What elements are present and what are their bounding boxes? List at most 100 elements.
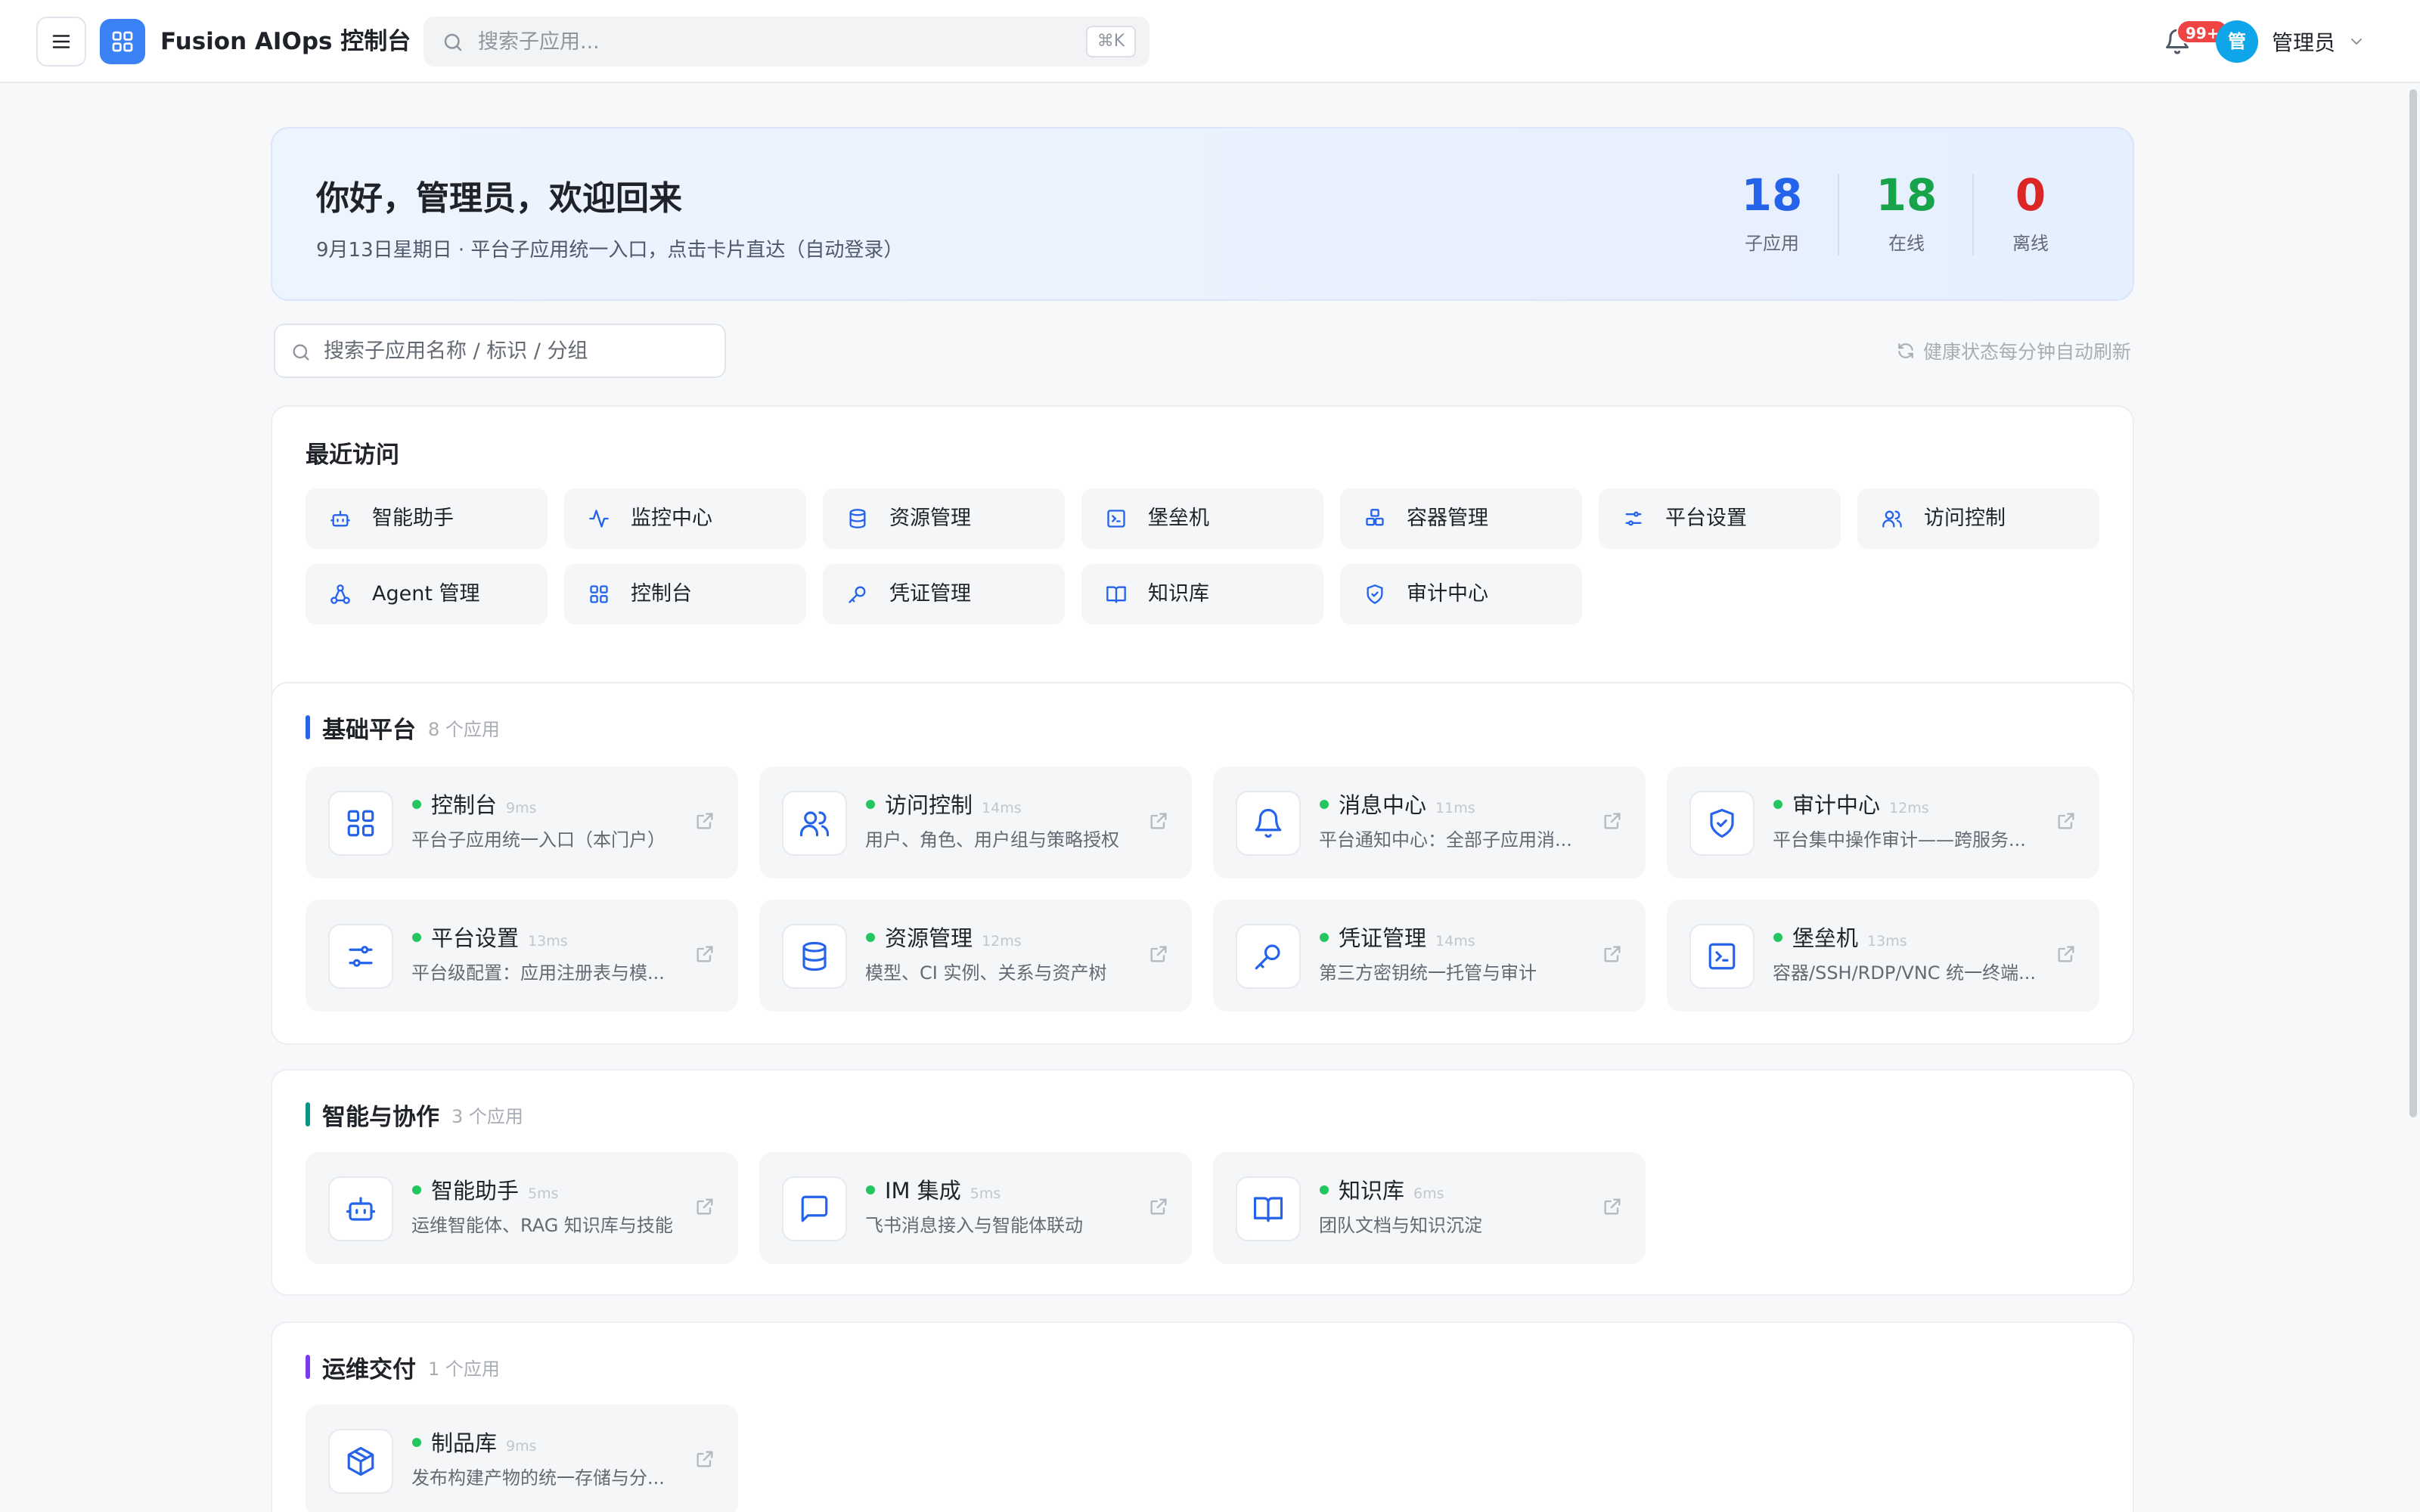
recent-item[interactable]: 凭证管理 [823,564,1065,624]
app-icon-box [1689,791,1754,856]
section-card-foundation: 基础平台 8 个应用 控制台 9ms 平台子应用统一入口（本门户） 访问控制 14m… [271,682,2134,1045]
app-card-access-control[interactable]: 访问控制 14ms 用户、角色、用户组与策略授权 [759,767,1192,878]
app-icon-box [782,1176,847,1241]
status-dot [1773,800,1782,809]
app-logo[interactable] [100,19,145,64]
stat-divider [1838,174,1839,256]
external-link-icon[interactable] [694,1448,715,1470]
recent-item[interactable]: 资源管理 [823,488,1065,549]
external-link-icon[interactable] [1602,810,1623,832]
recent-item[interactable]: 控制台 [564,564,806,624]
app-card-bastion-host[interactable]: 堡垒机 13ms 容器/SSH/RDP/VNC 统一终端... [1667,900,2099,1012]
key-icon [849,586,866,603]
app-search-input[interactable] [478,17,1007,67]
app-description: 运维智能体、RAG 知识库与技能 [411,1215,673,1236]
external-link-icon[interactable] [694,810,715,832]
robot-icon [330,510,350,527]
app-card-credential-management[interactable]: 凭证管理 14ms 第三方密钥统一托管与审计 [1213,900,1646,1012]
section-card-delivery: 运维交付 1 个应用 制品库 9ms 发布构建产物的统一存储与分... [271,1321,2134,1512]
notifications-button[interactable]: 99+ [2154,18,2229,65]
page-scrollbar[interactable] [2409,89,2417,1117]
app-search-box[interactable]: ⌘K [424,17,1150,67]
user-menu[interactable]: 管 管理员 [2216,20,2366,64]
external-link-icon[interactable] [1602,943,1623,965]
recent-item[interactable]: 堡垒机 [1081,488,1323,549]
recent-item[interactable]: 监控中心 [564,488,806,549]
welcome-title: 你好，管理员，欢迎回来 [316,179,682,218]
app-icon-box [328,1429,393,1494]
app-name: 审计中心 12ms [1792,791,1929,823]
app-card-message-center[interactable]: 消息中心 11ms 平台通知中心：全部子应用消... [1213,767,1646,878]
app-card-console[interactable]: 控制台 9ms 平台子应用统一入口（本门户） [306,767,738,878]
stat-label: 离线 [2012,233,2049,254]
app-latency: 12ms [1889,800,1929,816]
shield-icon [1367,584,1383,604]
recent-item-label: 堡垒机 [1148,507,1209,530]
recent-item[interactable]: 平台设置 [1599,488,1841,549]
menu-toggle-button[interactable] [36,17,86,67]
user-name: 管理员 [2272,30,2336,55]
app-icon-box [782,791,847,856]
recent-item[interactable]: Agent 管理 [306,564,548,624]
recent-item[interactable]: 访问控制 [1857,488,2099,549]
status-dot [1320,933,1329,942]
external-link-icon[interactable] [2055,810,2077,832]
app-card-knowledge-base[interactable]: 知识库 6ms 团队文档与知识沉淀 [1213,1152,1646,1264]
external-link-icon[interactable] [694,1196,715,1217]
external-link-icon[interactable] [1148,1196,1169,1217]
message-icon [801,1195,828,1222]
section-count: 1 个应用 [428,1358,500,1380]
status-dot [866,933,875,942]
status-dot [1320,1185,1329,1194]
app-name: 控制台 9ms [431,791,537,823]
app-filter-input[interactable] [324,325,702,376]
recent-item[interactable]: 审计中心 [1340,564,1582,624]
sliders-icon [349,946,373,967]
status-dot [412,933,421,942]
refresh-note: 健康状态每分钟自动刷新 [1896,339,2131,363]
section-title: 运维交付 [322,1356,416,1383]
external-link-icon[interactable] [1602,1196,1623,1217]
recent-item-label: 知识库 [1148,582,1209,606]
app-icon-box [1236,791,1301,856]
app-card-platform-settings[interactable]: 平台设置 13ms 平台级配置：应用注册表与模... [306,900,738,1012]
app-latency: 5ms [970,1185,1001,1202]
app-icon-box [1689,924,1754,989]
external-link-icon[interactable] [694,943,715,965]
app-name-text: 访问控制 [885,792,973,818]
app-name: 智能助手 5ms [431,1176,559,1208]
app-latency: 9ms [506,1438,537,1455]
app-card-artifact-repository[interactable]: 制品库 9ms 发布构建产物的统一存储与分... [306,1405,738,1512]
app-latency: 5ms [528,1185,559,1202]
app-card-im-integration[interactable]: IM 集成 5ms 飞书消息接入与智能体联动 [759,1152,1192,1264]
terminal-icon [1107,510,1125,528]
external-link-icon[interactable] [2055,943,2077,965]
external-link-icon[interactable] [1148,810,1169,832]
app-icon-box [782,924,847,989]
app-name-text: IM 集成 [885,1178,961,1204]
status-dot [1320,800,1329,809]
app-card-audit-center[interactable]: 审计中心 12ms 平台集中操作审计——跨服务... [1667,767,2099,878]
app-latency: 9ms [506,800,537,816]
chevron-down-icon [2351,39,2363,45]
stat-value: 0 [2015,169,2046,221]
stat-value: 18 [1876,169,1938,221]
recent-item[interactable]: 知识库 [1081,564,1323,624]
app-card-resource-management[interactable]: 资源管理 12ms 模型、CI 实例、关系与资产树 [759,900,1192,1012]
app-filter-box[interactable] [274,324,726,378]
app-latency: 13ms [528,933,568,950]
recent-item[interactable]: 容器管理 [1340,488,1582,549]
app-name: 消息中心 11ms [1339,791,1475,823]
app-latency: 14ms [1435,933,1475,950]
app-card-ai-assistant[interactable]: 智能助手 5ms 运维智能体、RAG 知识库与技能 [306,1152,738,1264]
book-icon [1253,1197,1283,1222]
recent-item[interactable]: 智能助手 [306,488,548,549]
app-description: 飞书消息接入与智能体联动 [865,1215,1083,1236]
app-title: Fusion AIOps 控制台 [160,28,411,55]
external-link-icon[interactable] [1148,943,1169,965]
app-description: 团队文档与知识沉淀 [1319,1215,1482,1236]
users-icon [799,811,830,837]
status-dot [412,800,421,809]
app-icon-box [328,791,393,856]
refresh-icon [1898,343,1913,358]
